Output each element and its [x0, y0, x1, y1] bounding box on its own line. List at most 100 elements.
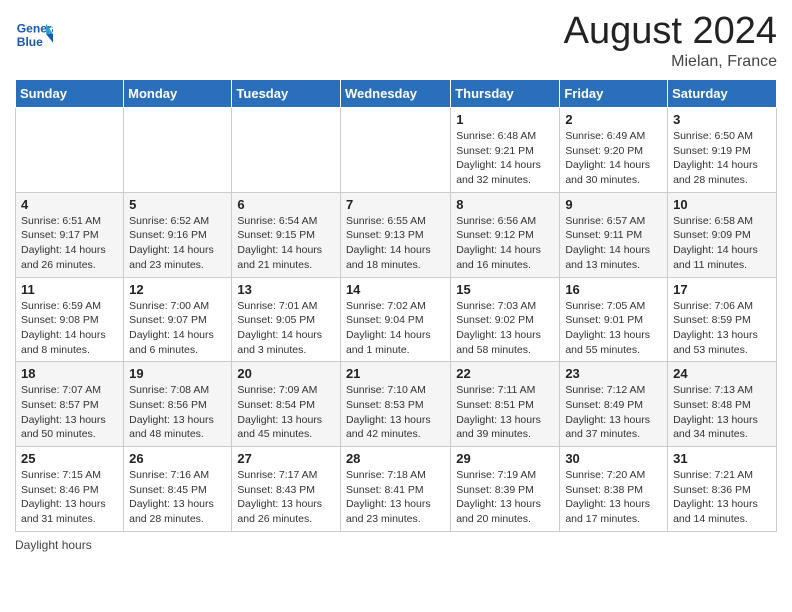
day-detail: Sunrise: 6:51 AMSunset: 9:17 PMDaylight:… — [21, 214, 118, 273]
col-header-tuesday: Tuesday — [232, 80, 341, 108]
day-detail: Sunrise: 6:48 AMSunset: 9:21 PMDaylight:… — [456, 129, 554, 188]
col-header-friday: Friday — [560, 80, 668, 108]
day-number: 16 — [565, 282, 662, 297]
col-header-saturday: Saturday — [668, 80, 777, 108]
day-number: 29 — [456, 451, 554, 466]
day-detail: Sunrise: 6:55 AMSunset: 9:13 PMDaylight:… — [346, 214, 445, 273]
page-header: General Blue August 2024 Mielan, France — [15, 10, 777, 71]
day-detail: Sunrise: 7:10 AMSunset: 8:53 PMDaylight:… — [346, 383, 445, 442]
calendar-cell: 5 Sunrise: 6:52 AMSunset: 9:16 PMDaylight… — [124, 192, 232, 277]
footer: Daylight hours — [15, 538, 777, 552]
col-header-sunday: Sunday — [16, 80, 124, 108]
calendar-cell: 29 Sunrise: 7:19 AMSunset: 8:39 PMDayligh… — [451, 447, 560, 532]
calendar-cell — [340, 108, 450, 193]
col-header-thursday: Thursday — [451, 80, 560, 108]
week-row-3: 11Sunrise: 6:59 AMSunset: 9:08 PMDayligh… — [16, 277, 777, 362]
day-detail: Sunrise: 7:16 AMSunset: 8:45 PMDaylight:… — [129, 468, 226, 527]
calendar-cell: 13 Sunrise: 7:01 AMSunset: 9:05 PMDayligh… — [232, 277, 341, 362]
day-detail: Sunrise: 7:21 AMSunset: 8:36 PMDaylight:… — [673, 468, 771, 527]
day-number: 17 — [673, 282, 771, 297]
location: Mielan, France — [564, 53, 777, 71]
calendar-cell: 11Sunrise: 6:59 AMSunset: 9:08 PMDayligh… — [16, 277, 124, 362]
calendar-cell: 7 Sunrise: 6:55 AMSunset: 9:13 PMDaylight… — [340, 192, 450, 277]
day-number: 14 — [346, 282, 445, 297]
calendar-cell: 2 Sunrise: 6:49 AMSunset: 9:20 PMDaylight… — [560, 108, 668, 193]
daylight-label: Daylight hours — [15, 538, 92, 552]
day-detail: Sunrise: 7:01 AMSunset: 9:05 PMDaylight:… — [237, 299, 335, 358]
week-row-2: 4 Sunrise: 6:51 AMSunset: 9:17 PMDaylight… — [16, 192, 777, 277]
calendar-cell: 9Sunrise: 6:57 AMSunset: 9:11 PMDaylight… — [560, 192, 668, 277]
logo: General Blue — [15, 15, 57, 53]
day-number: 10 — [673, 197, 771, 212]
calendar-cell: 19Sunrise: 7:08 AMSunset: 8:56 PMDayligh… — [124, 362, 232, 447]
calendar-cell: 18 Sunrise: 7:07 AMSunset: 8:57 PMDayligh… — [16, 362, 124, 447]
day-detail: Sunrise: 6:50 AMSunset: 9:19 PMDaylight:… — [673, 129, 771, 188]
day-number: 12 — [129, 282, 226, 297]
day-detail: Sunrise: 7:18 AMSunset: 8:41 PMDaylight:… — [346, 468, 445, 527]
calendar-cell: 27 Sunrise: 7:17 AMSunset: 8:43 PMDayligh… — [232, 447, 341, 532]
day-number: 27 — [237, 451, 335, 466]
calendar-cell: 26Sunrise: 7:16 AMSunset: 8:45 PMDayligh… — [124, 447, 232, 532]
day-number: 31 — [673, 451, 771, 466]
day-detail: Sunrise: 7:12 AMSunset: 8:49 PMDaylight:… — [565, 383, 662, 442]
day-detail: Sunrise: 6:58 AMSunset: 9:09 PMDaylight:… — [673, 214, 771, 273]
day-detail: Sunrise: 6:56 AMSunset: 9:12 PMDaylight:… — [456, 214, 554, 273]
day-number: 8 — [456, 197, 554, 212]
week-row-5: 25Sunrise: 7:15 AMSunset: 8:46 PMDayligh… — [16, 447, 777, 532]
calendar-cell: 30 Sunrise: 7:20 AMSunset: 8:38 PMDayligh… — [560, 447, 668, 532]
day-number: 9 — [565, 197, 662, 212]
day-detail: Sunrise: 7:19 AMSunset: 8:39 PMDaylight:… — [456, 468, 554, 527]
day-number: 15 — [456, 282, 554, 297]
week-row-1: 1Sunrise: 6:48 AMSunset: 9:21 PMDaylight… — [16, 108, 777, 193]
day-number: 21 — [346, 366, 445, 381]
calendar-table: SundayMondayTuesdayWednesdayThursdayFrid… — [15, 79, 777, 532]
day-number: 5 — [129, 197, 226, 212]
day-number: 7 — [346, 197, 445, 212]
day-detail: Sunrise: 7:09 AMSunset: 8:54 PMDaylight:… — [237, 383, 335, 442]
calendar-cell — [16, 108, 124, 193]
day-number: 6 — [237, 197, 335, 212]
calendar-cell: 1Sunrise: 6:48 AMSunset: 9:21 PMDaylight… — [451, 108, 560, 193]
day-number: 4 — [21, 197, 118, 212]
calendar-cell: 22Sunrise: 7:11 AMSunset: 8:51 PMDayligh… — [451, 362, 560, 447]
day-detail: Sunrise: 6:49 AMSunset: 9:20 PMDaylight:… — [565, 129, 662, 188]
day-detail: Sunrise: 7:20 AMSunset: 8:38 PMDaylight:… — [565, 468, 662, 527]
day-detail: Sunrise: 7:02 AMSunset: 9:04 PMDaylight:… — [346, 299, 445, 358]
day-detail: Sunrise: 7:03 AMSunset: 9:02 PMDaylight:… — [456, 299, 554, 358]
day-detail: Sunrise: 6:54 AMSunset: 9:15 PMDaylight:… — [237, 214, 335, 273]
calendar-cell: 21 Sunrise: 7:10 AMSunset: 8:53 PMDayligh… — [340, 362, 450, 447]
calendar-cell: 12Sunrise: 7:00 AMSunset: 9:07 PMDayligh… — [124, 277, 232, 362]
calendar-cell — [124, 108, 232, 193]
day-number: 2 — [565, 112, 662, 127]
day-detail: Sunrise: 6:59 AMSunset: 9:08 PMDaylight:… — [21, 299, 118, 358]
calendar-cell: 17Sunrise: 7:06 AMSunset: 8:59 PMDayligh… — [668, 277, 777, 362]
day-number: 23 — [565, 366, 662, 381]
day-detail: Sunrise: 7:15 AMSunset: 8:46 PMDaylight:… — [21, 468, 118, 527]
logo-icon: General Blue — [15, 15, 53, 53]
day-detail: Sunrise: 6:52 AMSunset: 9:16 PMDaylight:… — [129, 214, 226, 273]
day-number: 30 — [565, 451, 662, 466]
day-detail: Sunrise: 7:11 AMSunset: 8:51 PMDaylight:… — [456, 383, 554, 442]
calendar-cell: 4 Sunrise: 6:51 AMSunset: 9:17 PMDaylight… — [16, 192, 124, 277]
calendar-cell: 14 Sunrise: 7:02 AMSunset: 9:04 PMDayligh… — [340, 277, 450, 362]
calendar-cell: 20 Sunrise: 7:09 AMSunset: 8:54 PMDayligh… — [232, 362, 341, 447]
day-detail: Sunrise: 7:17 AMSunset: 8:43 PMDaylight:… — [237, 468, 335, 527]
day-number: 18 — [21, 366, 118, 381]
svg-text:Blue: Blue — [17, 35, 43, 49]
col-header-wednesday: Wednesday — [340, 80, 450, 108]
day-number: 20 — [237, 366, 335, 381]
title-block: August 2024 Mielan, France — [564, 10, 777, 71]
calendar-cell — [232, 108, 341, 193]
day-number: 13 — [237, 282, 335, 297]
calendar-cell: 25Sunrise: 7:15 AMSunset: 8:46 PMDayligh… — [16, 447, 124, 532]
calendar-cell: 15 Sunrise: 7:03 AMSunset: 9:02 PMDayligh… — [451, 277, 560, 362]
day-detail: Sunrise: 7:07 AMSunset: 8:57 PMDaylight:… — [21, 383, 118, 442]
day-number: 24 — [673, 366, 771, 381]
day-detail: Sunrise: 7:08 AMSunset: 8:56 PMDaylight:… — [129, 383, 226, 442]
day-number: 3 — [673, 112, 771, 127]
calendar-cell: 24Sunrise: 7:13 AMSunset: 8:48 PMDayligh… — [668, 362, 777, 447]
week-row-4: 18 Sunrise: 7:07 AMSunset: 8:57 PMDayligh… — [16, 362, 777, 447]
calendar-cell: 16Sunrise: 7:05 AMSunset: 9:01 PMDayligh… — [560, 277, 668, 362]
day-number: 28 — [346, 451, 445, 466]
calendar-cell: 23 Sunrise: 7:12 AMSunset: 8:49 PMDayligh… — [560, 362, 668, 447]
